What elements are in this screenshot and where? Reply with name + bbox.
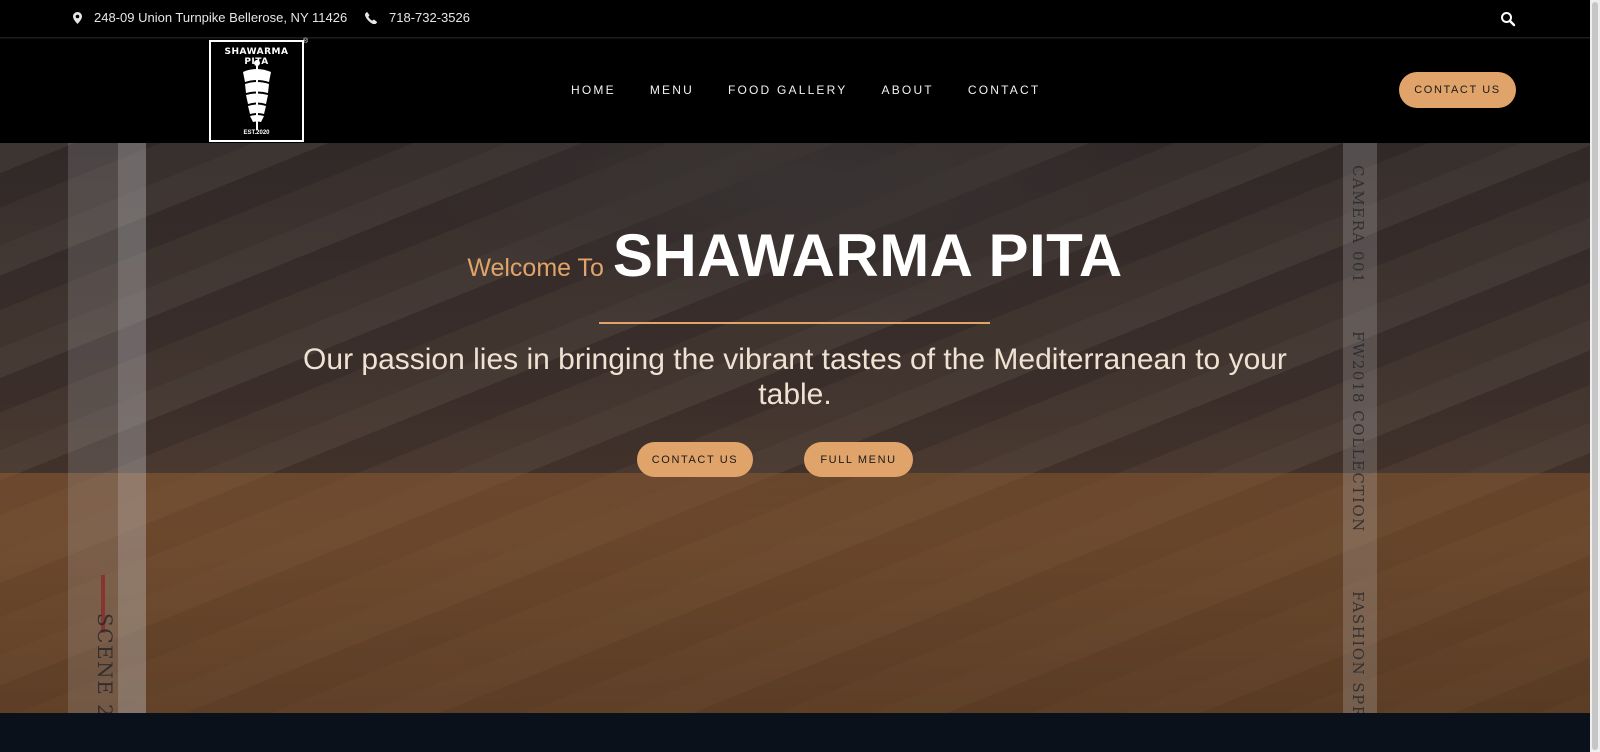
address-info: 248-09 Union Turnpike Bellerose, NY 1142… <box>73 10 347 25</box>
address-text: 248-09 Union Turnpike Bellerose, NY 1142… <box>94 10 348 25</box>
hero-bg-text-fashion: FASHION SPRI <box>1349 591 1367 713</box>
hero-section: SCENE 2 CAMERA 001 FW2018 COLLECTION FAS… <box>0 143 1590 713</box>
top-info-bar: 248-09 Union Turnpike Bellerose, NY 1142… <box>0 0 1600 38</box>
hero-divider <box>599 322 990 324</box>
search-icon[interactable] <box>1500 11 1516 27</box>
hero-contact-us-button[interactable]: CONTACT US <box>637 442 753 477</box>
nav-item-about[interactable]: ABOUT <box>882 83 934 97</box>
page-scrollbar[interactable] <box>1590 0 1600 752</box>
hero-full-menu-button[interactable]: FULL MENU <box>804 442 913 477</box>
hero-welcome-prefix: Welcome To <box>467 254 604 282</box>
hero-bg-text-scene: SCENE 2 <box>93 613 117 713</box>
map-pin-icon <box>73 11 82 24</box>
hero-heading: Welcome To SHAWARMA PITA <box>0 221 1590 290</box>
nav-item-food-gallery[interactable]: FOOD GALLERY <box>728 83 848 97</box>
logo-est-text: EST.2020 <box>243 130 270 136</box>
registered-mark: ® <box>302 38 308 45</box>
logo[interactable]: ® SHAWARMA PITA EST.2020 <box>209 38 308 142</box>
hero-bg-text-collection: FW2018 COLLECTION <box>1349 331 1367 533</box>
nav-item-menu[interactable]: MENU <box>650 83 694 97</box>
nav-item-home[interactable]: HOME <box>571 83 616 97</box>
next-section-band <box>0 713 1590 752</box>
hero-tagline: Our passion lies in bringing the vibrant… <box>303 343 1287 411</box>
phone-text[interactable]: 718-732-3526 <box>389 10 470 25</box>
header-contact-us-button[interactable]: CONTACT US <box>1399 72 1516 108</box>
main-header: ® SHAWARMA PITA EST.2020 HOME MENU FOOD … <box>0 38 1600 143</box>
nav-item-contact[interactable]: CONTACT <box>968 83 1041 97</box>
main-nav: HOME MENU FOOD GALLERY ABOUT CONTACT <box>571 83 1040 97</box>
scrollbar-thumb[interactable] <box>1592 2 1598 750</box>
phone-info[interactable]: 718-732-3526 <box>365 10 470 25</box>
phone-icon <box>365 11 377 24</box>
hero-title: SHAWARMA PITA <box>612 222 1123 289</box>
shawarma-spit-icon <box>243 60 271 130</box>
